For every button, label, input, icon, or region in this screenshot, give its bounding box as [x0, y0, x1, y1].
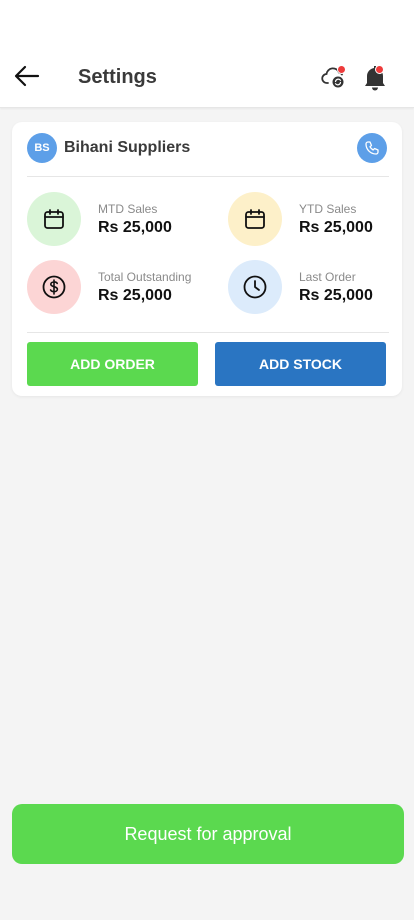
- phone-icon: [365, 141, 379, 155]
- notification-badge: [375, 65, 384, 74]
- stat-last-order: Last Order Rs 25,000: [228, 260, 408, 316]
- request-approval-button[interactable]: Request for approval: [12, 804, 404, 864]
- stat-value: Rs 25,000: [98, 287, 172, 304]
- sync-badge: [337, 65, 346, 74]
- stat-ytd-sales: YTD Sales Rs 25,000: [228, 192, 408, 248]
- avatar: BS: [27, 133, 57, 163]
- stat-icon-circle: [27, 192, 81, 246]
- stat-value: Rs 25,000: [299, 219, 373, 236]
- page-title: Settings: [78, 66, 157, 88]
- supplier-name: Bihani Suppliers: [64, 139, 191, 156]
- stat-icon-circle: [228, 192, 282, 246]
- dollar-circle-icon: [42, 275, 66, 299]
- divider: [27, 332, 389, 333]
- supplier-card: BS Bihani Suppliers MTD Sales Rs 25,000 …: [12, 122, 402, 396]
- clock-icon: [243, 275, 267, 299]
- stat-label: YTD Sales: [299, 202, 357, 216]
- arrow-left-icon: [14, 65, 40, 87]
- call-button[interactable]: [357, 133, 387, 163]
- stat-label: MTD Sales: [98, 202, 158, 216]
- calendar-icon: [44, 209, 64, 229]
- calendar-icon: [245, 209, 265, 229]
- stat-mtd-sales: MTD Sales Rs 25,000: [27, 192, 207, 248]
- notifications-button[interactable]: [362, 63, 388, 91]
- sync-button[interactable]: [321, 63, 349, 91]
- stat-label: Last Order: [299, 270, 356, 284]
- add-order-button[interactable]: ADD ORDER: [27, 342, 198, 386]
- back-button[interactable]: [14, 64, 40, 88]
- stat-label: Total Outstanding: [98, 270, 192, 284]
- stat-icon-circle: [27, 260, 81, 314]
- stat-icon-circle: [228, 260, 282, 314]
- stat-value: Rs 25,000: [98, 219, 172, 236]
- stat-total-outstanding: Total Outstanding Rs 25,000: [27, 260, 207, 316]
- add-stock-button[interactable]: ADD STOCK: [215, 342, 386, 386]
- stat-value: Rs 25,000: [299, 287, 373, 304]
- divider: [27, 176, 389, 177]
- top-app-bar: Settings: [0, 0, 414, 108]
